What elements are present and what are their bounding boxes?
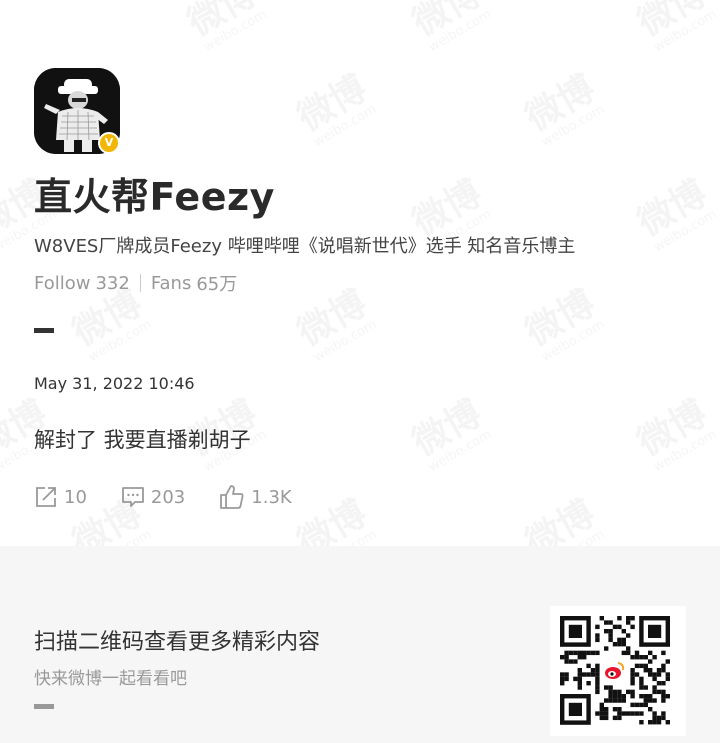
comment-icon — [122, 487, 144, 507]
footer-title: 扫描二维码查看更多精彩内容 — [34, 630, 321, 655]
stats-divider — [139, 274, 141, 292]
watermark-tile: 微博weibo.com — [66, 283, 155, 365]
post-text: 解封了 我要直播剃胡子 — [34, 428, 251, 452]
share-icon — [36, 487, 56, 507]
watermark-tile: 微博weibo.com — [631, 173, 720, 255]
watermark-tile: 微博weibo.com — [631, 0, 720, 55]
weibo-post-card: 微博weibo.com 微博weibo.com 微博weibo.com 微博weibo… — [0, 0, 720, 743]
watermark-tile: 微博weibo.com — [519, 493, 608, 546]
fans-count[interactable]: 65万 — [196, 270, 237, 296]
watermark-tile: 微博weibo.com — [519, 68, 608, 150]
post-actions: 10 203 1.3K — [34, 484, 326, 510]
like-button[interactable]: 1.3K — [219, 484, 292, 510]
watermark-tile: 微博weibo.com — [406, 393, 495, 475]
comment-button[interactable]: 203 — [121, 485, 185, 509]
watermark-tile: 微博weibo.com — [291, 68, 380, 150]
qr-footer: 扫描二维码查看更多精彩内容 快来微博一起看看吧 — [0, 546, 720, 743]
follow-count[interactable]: 332 — [95, 273, 129, 294]
repost-count: 10 — [64, 486, 87, 508]
watermark-tile: 微博weibo.com — [181, 0, 270, 55]
watermark-tile: 微博weibo.com — [291, 283, 380, 365]
thumbs-up-icon — [220, 485, 244, 509]
like-count: 1.3K — [251, 486, 292, 508]
stats-row: Follow 332 Fans 65万 — [34, 270, 237, 296]
qr-code-icon — [560, 616, 670, 725]
footer-divider — [34, 704, 54, 709]
footer-subtitle: 快来微博一起看看吧 — [34, 669, 187, 689]
profile-name[interactable]: 直火帮Feezy — [34, 166, 275, 221]
watermark-tile: 微博weibo.com — [519, 283, 608, 365]
watermark-tile: 微博weibo.com — [631, 393, 720, 475]
verified-badge-icon: V — [98, 132, 120, 154]
profile-bio: W8VES厂牌成员Feezy 哔哩哔哩《说唱新世代》选手 知名音乐博主 — [34, 236, 576, 257]
comment-count: 203 — [150, 486, 186, 508]
section-divider — [34, 328, 54, 333]
fans-label[interactable]: Fans — [151, 273, 192, 294]
post-date: May 31, 2022 10:46 — [34, 374, 195, 393]
qr-code[interactable] — [550, 606, 686, 736]
follow-label[interactable]: Follow — [34, 273, 90, 294]
repost-button[interactable]: 10 — [34, 485, 87, 509]
watermark-tile: 微博weibo.com — [406, 0, 495, 55]
